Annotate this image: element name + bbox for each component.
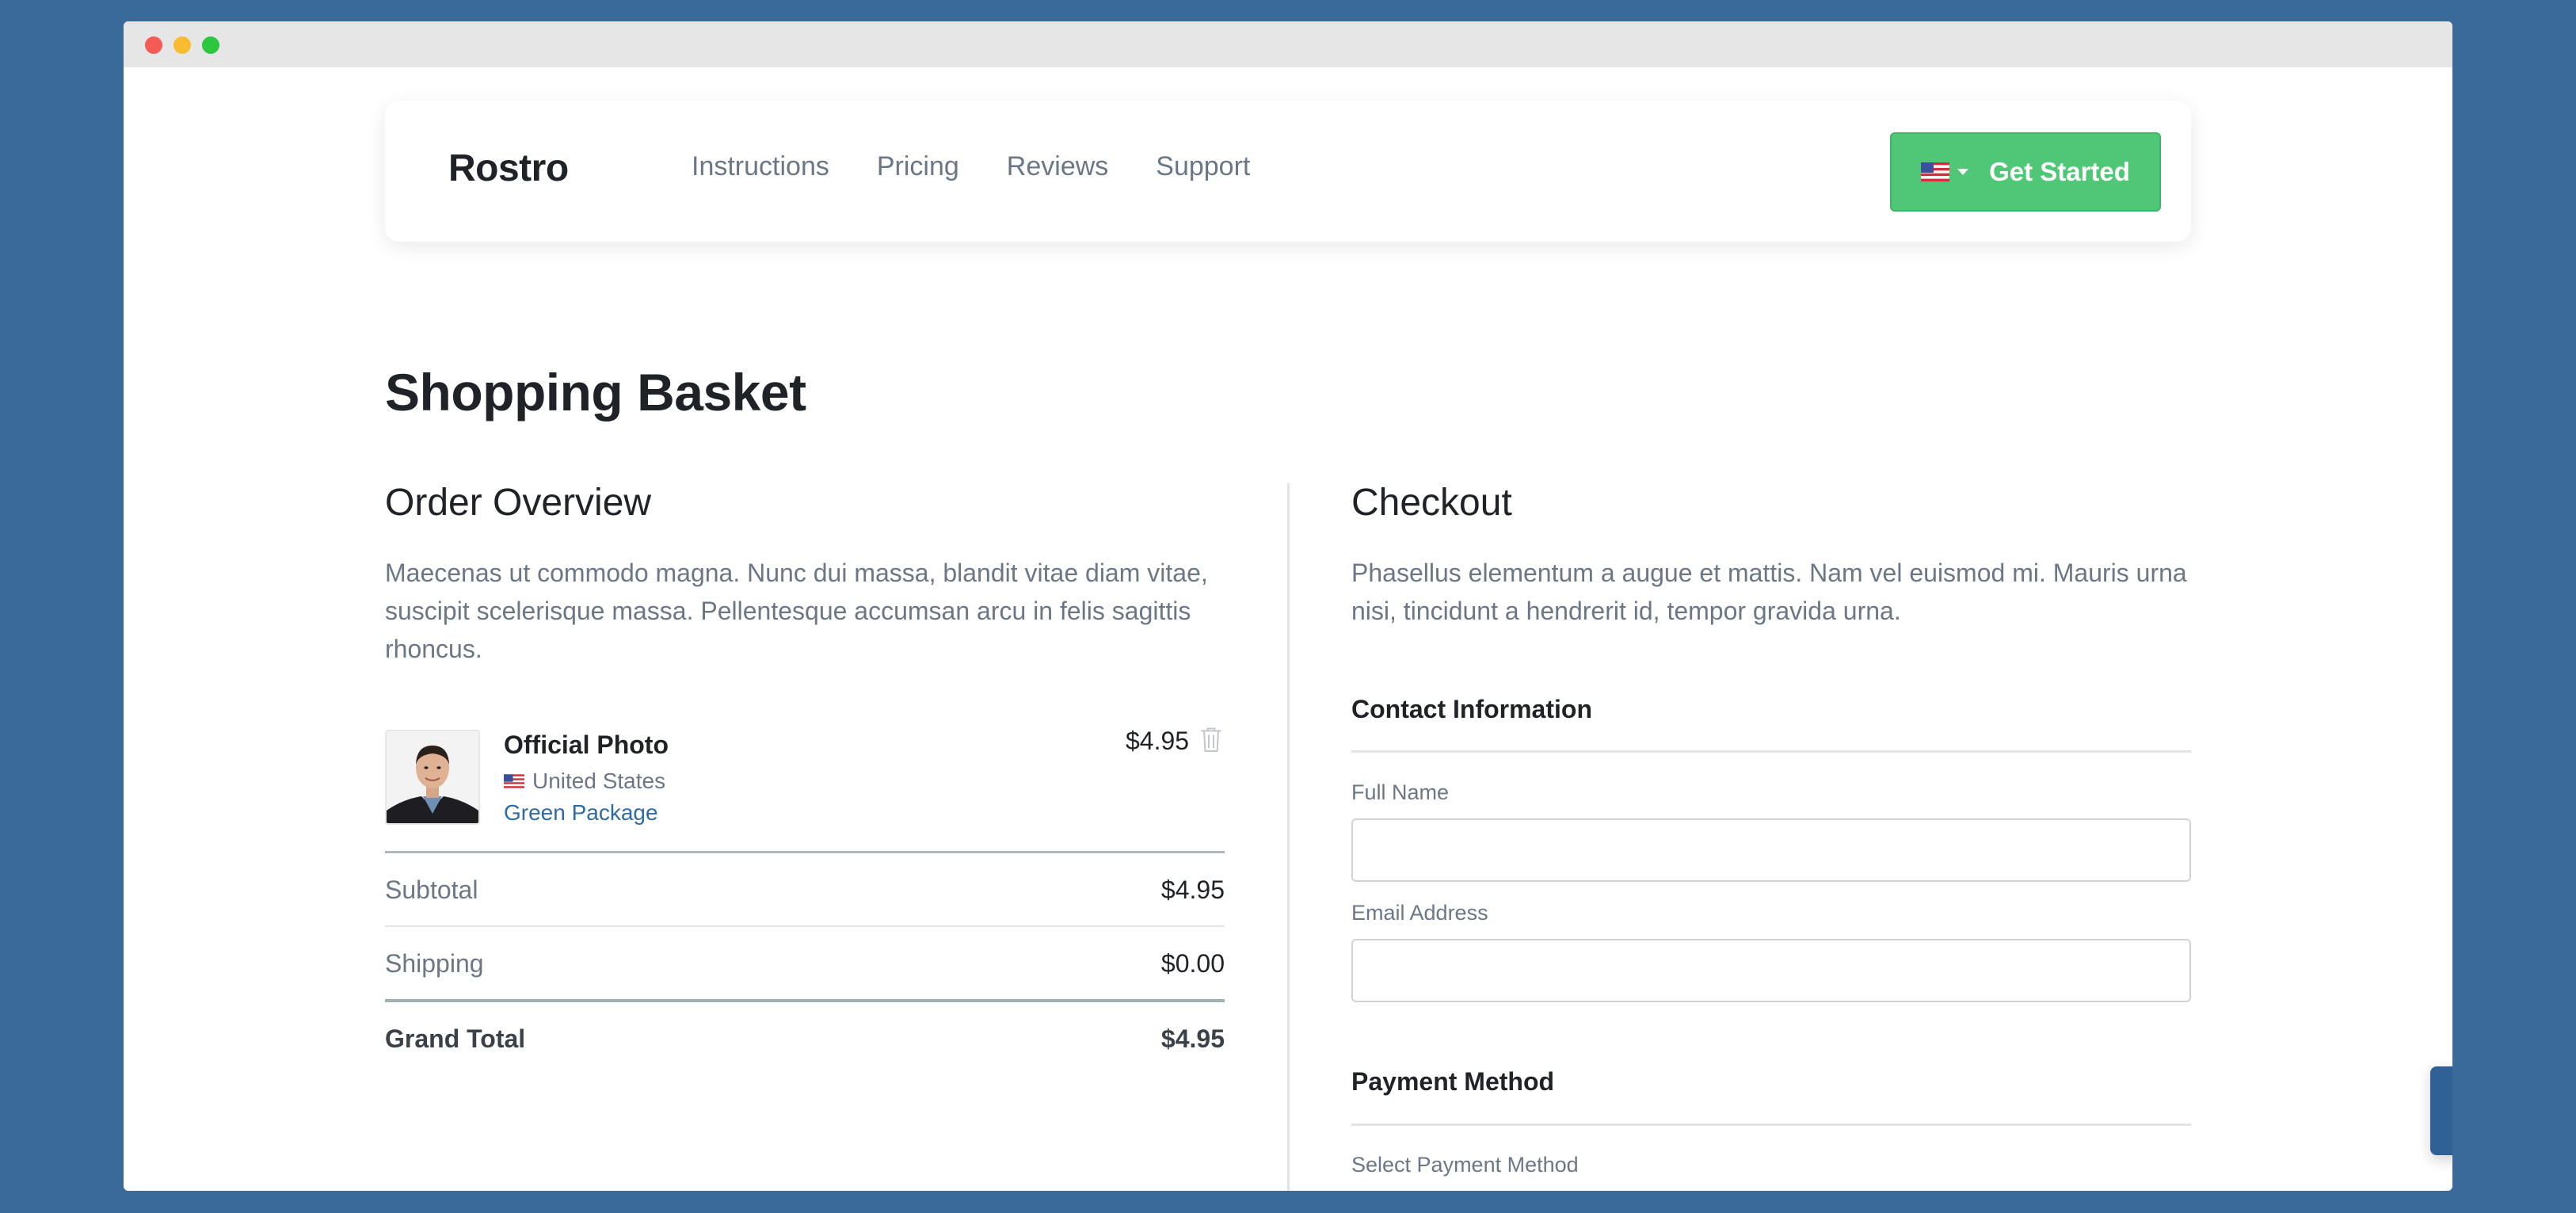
checkout-description: Phasellus elementum a augue et mattis. N… [1351,559,2187,625]
item-package-link[interactable]: Green Package [504,800,658,826]
subtotal-label: Subtotal [385,875,478,904]
shipping-value: $0.00 [1160,949,1225,978]
shipping-label: Shipping [385,949,484,978]
subtotal-row: Subtotal $4.95 [385,853,1225,927]
minimize-window-button[interactable] [173,36,191,54]
portrait-icon [387,731,478,823]
subtotal-value: $4.95 [1160,875,1225,904]
browser-window: Rostro Instructions Pricing Reviews Supp… [124,21,2452,1191]
payment-divider [1351,1123,2191,1126]
nav-link-pricing[interactable]: Pricing [877,151,959,182]
grand-total-row: Grand Total $4.95 [385,1002,1225,1076]
select-payment-method-label: Select Payment Method [1351,1153,1579,1177]
nav-links: Instructions Pricing Reviews Support [692,151,1298,182]
item-country: United States [504,769,665,794]
payment-method-title: Payment Method [1351,1067,1555,1096]
grand-total-value: $4.95 [1160,1024,1225,1053]
get-started-label: Get Started [1989,157,2130,186]
get-started-button[interactable]: Get Started [1890,132,2161,212]
item-country-label: United States [532,769,666,793]
trash-icon[interactable] [1199,725,1223,753]
title-bar [124,21,2452,67]
shipping-row: Shipping $0.00 [385,927,1225,1001]
item-thumbnail [385,730,480,825]
item-name: Official Photo [504,730,669,759]
nav-link-instructions[interactable]: Instructions [692,151,829,182]
contact-divider [1351,750,2191,753]
column-divider [1287,483,1290,1191]
page-title: Shopping Basket [385,363,806,421]
email-address-label: Email Address [1351,901,1488,925]
order-overview-description: Maecenas ut commodo magna. Nunc dui mass… [385,559,1208,663]
nav-link-reviews[interactable]: Reviews [1007,151,1108,182]
brand-logo[interactable]: Rostro [448,147,569,190]
maximize-window-button[interactable] [202,36,219,54]
full-name-input[interactable] [1351,818,2191,882]
grand-total-label: Grand Total [385,1024,526,1053]
contact-information-title: Contact Information [1351,695,1592,723]
caret-down-icon[interactable] [1957,169,1969,175]
us-flag-icon [504,774,524,788]
close-window-button[interactable] [145,36,162,54]
top-navbar: Rostro Instructions Pricing Reviews Supp… [385,101,2191,242]
checkout-heading: Checkout [1351,482,1512,524]
item-price: $4.95 [1126,727,1190,755]
nav-link-support[interactable]: Support [1156,151,1250,182]
email-address-input[interactable] [1351,939,2191,1002]
us-flag-icon [1921,162,1950,181]
order-overview-heading: Order Overview [385,482,652,524]
full-name-label: Full Name [1351,780,1450,804]
chat-button[interactable] [2430,1066,2452,1155]
